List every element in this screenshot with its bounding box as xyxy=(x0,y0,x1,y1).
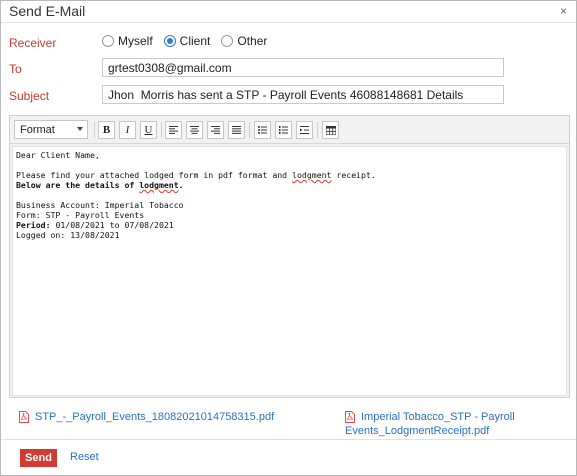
bullet-list-icon xyxy=(258,126,267,134)
receiver-option-other[interactable]: Other xyxy=(221,34,267,48)
attachment-item: STP_-_Payroll_Events_18082021014758315.p… xyxy=(19,410,274,424)
dialog-title-bar: Send E-Mail × xyxy=(1,1,576,23)
send-email-dialog: Send E-Mail × Receiver Myself Client Oth… xyxy=(0,0,577,476)
indent-icon xyxy=(300,126,309,134)
table-icon xyxy=(325,125,336,135)
period-label: Period: xyxy=(16,220,51,230)
subject-field[interactable] xyxy=(102,85,504,104)
receiver-option-myself[interactable]: Myself xyxy=(102,34,153,48)
align-center-button[interactable] xyxy=(186,121,203,139)
form-line: Form: STP - Payroll Events xyxy=(16,210,145,220)
align-right-button[interactable] xyxy=(207,121,224,139)
editor-toolbar: Format B I U xyxy=(10,116,569,144)
business-account-line: Business Account: Imperial Tobacco xyxy=(16,200,184,210)
pdf-file-icon xyxy=(345,411,355,423)
align-center-icon xyxy=(190,126,199,134)
chevron-down-icon xyxy=(77,127,83,131)
to-label: To xyxy=(9,62,22,76)
misspelled-word: lodgment xyxy=(292,170,332,180)
email-line-2-text: Below are the details of xyxy=(16,180,140,190)
radio-other-label: Other xyxy=(237,34,268,48)
attachment-link-line-1: Imperial Tobacco_STP - Payroll xyxy=(361,411,515,423)
align-left-button[interactable] xyxy=(165,121,182,139)
numbered-list-icon xyxy=(279,126,288,134)
radio-client[interactable] xyxy=(163,35,176,47)
align-left-icon xyxy=(169,126,178,134)
toolbar-divider xyxy=(317,122,318,138)
toolbar-divider xyxy=(161,122,162,138)
underline-button[interactable]: U xyxy=(140,121,157,139)
receiver-radio-group: Myself Client Other xyxy=(102,33,278,49)
to-field[interactable] xyxy=(102,58,504,77)
format-dropdown-label: Format xyxy=(20,124,55,136)
reset-link[interactable]: Reset xyxy=(70,451,99,463)
receiver-label: Receiver xyxy=(9,36,57,50)
insert-table-button[interactable] xyxy=(322,121,339,139)
numbered-list-button[interactable] xyxy=(275,121,292,139)
period-line: Period: 01/08/2021 to 07/08/2021 xyxy=(16,220,563,230)
bold-button[interactable]: B xyxy=(98,121,115,139)
misspelled-word: lodgment xyxy=(139,180,179,190)
email-line-1-text: Please find your attached lodged form in… xyxy=(16,170,293,180)
bullet-list-button[interactable] xyxy=(254,121,271,139)
email-line-2: Below are the details of lodgment. xyxy=(16,180,563,190)
pdf-file-icon xyxy=(19,411,29,423)
format-dropdown[interactable]: Format xyxy=(14,120,88,139)
close-icon[interactable]: × xyxy=(560,4,567,18)
rich-text-editor: Format B I U Dear Client Name, Please fi… xyxy=(9,115,570,398)
dialog-title: Send E-Mail xyxy=(9,3,86,19)
dialog-footer: Send Reset xyxy=(1,439,576,475)
indent-button[interactable] xyxy=(296,121,313,139)
receiver-option-client[interactable]: Client xyxy=(163,34,211,48)
attachment-item: Imperial Tobacco_STP - Payroll Events_Lod… xyxy=(345,410,515,438)
lodged-on-line: Logged on: 13/08/2021 xyxy=(16,230,120,240)
align-right-icon xyxy=(211,126,220,134)
send-button[interactable]: Send xyxy=(20,449,57,467)
editor-content-area[interactable]: Dear Client Name, Please find your attac… xyxy=(12,146,567,396)
radio-client-label: Client xyxy=(179,34,211,48)
italic-button[interactable]: I xyxy=(119,121,136,139)
radio-other[interactable] xyxy=(221,35,234,47)
radio-myself-label: Myself xyxy=(118,34,153,48)
toolbar-divider xyxy=(249,122,250,138)
attachment-link[interactable]: Imperial Tobacco_STP - Payroll Events_Lod… xyxy=(345,410,515,438)
period-value: 01/08/2021 to 07/08/2021 xyxy=(50,220,174,230)
radio-myself[interactable] xyxy=(102,35,114,47)
email-line-2-end: . xyxy=(178,180,184,190)
email-line-1: Please find your attached lodged form in… xyxy=(16,170,563,180)
justify-icon xyxy=(232,126,241,134)
subject-label: Subject xyxy=(9,89,50,103)
attachment-link-line-2: Events_LodgmentReceipt.pdf xyxy=(345,425,490,437)
attachment-link[interactable]: STP_-_Payroll_Events_18082021014758315.p… xyxy=(35,410,274,424)
email-greeting: Dear Client Name, xyxy=(16,150,100,160)
email-line-1-end: receipt. xyxy=(331,170,376,180)
justify-button[interactable] xyxy=(228,121,245,139)
toolbar-divider xyxy=(94,122,95,138)
